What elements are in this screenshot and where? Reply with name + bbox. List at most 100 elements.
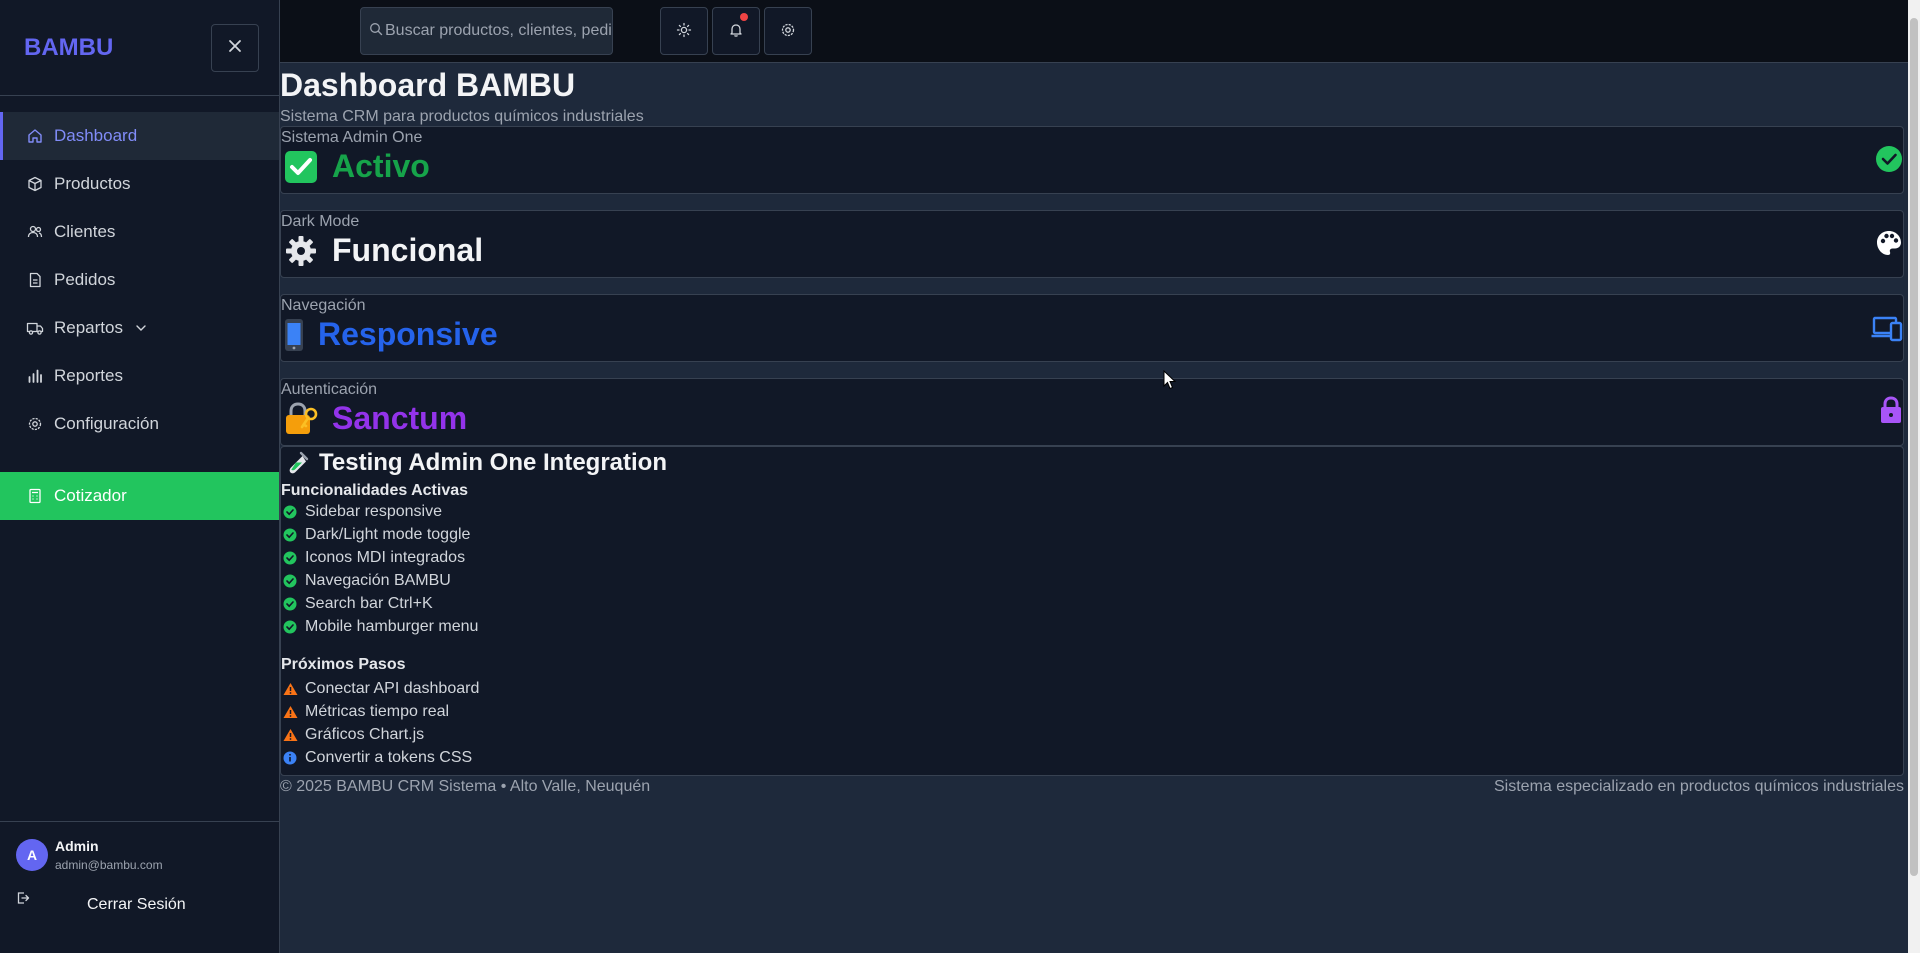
status-card-admin-one: Sistema Admin One Activo bbox=[280, 126, 1904, 194]
page-subtitle: Sistema CRM para productos químicos indu… bbox=[280, 108, 644, 125]
search-input[interactable] bbox=[385, 22, 612, 40]
brand-logo[interactable]: BAMBU bbox=[24, 34, 113, 62]
warning-icon bbox=[281, 705, 299, 719]
list-item: Search bar Ctrl+K bbox=[281, 592, 1903, 615]
sidebar-item-label: Repartos bbox=[54, 318, 123, 337]
sidebar-item-label: Pedidos bbox=[54, 270, 116, 289]
test-tube-icon bbox=[281, 451, 313, 475]
card-value-text: Sanctum bbox=[332, 400, 468, 436]
logout-label: Cerrar Sesión bbox=[87, 896, 186, 913]
sidebar-item-cotizador[interactable]: Cotizador bbox=[0, 472, 279, 520]
topbar bbox=[280, 0, 1908, 63]
sidebar-item-label: Productos bbox=[54, 174, 131, 193]
list-item-text: Dark/Light mode toggle bbox=[305, 525, 471, 543]
list-item-text: Convertir a tokens CSS bbox=[305, 748, 473, 766]
check-circle-icon bbox=[281, 574, 299, 588]
avatar: A bbox=[16, 839, 48, 871]
active-features-title: Funcionalidades Activas bbox=[281, 482, 469, 499]
search-bar[interactable] bbox=[360, 7, 613, 55]
sun-icon bbox=[676, 22, 692, 41]
gear-emoji-icon bbox=[281, 233, 321, 269]
sidebar-item-clientes[interactable]: Clientes bbox=[0, 208, 279, 256]
notification-badge bbox=[740, 13, 748, 21]
logout-icon bbox=[16, 891, 30, 905]
testing-panel: Testing Admin One Integration Funcionali… bbox=[280, 446, 1904, 776]
list-item-text: Sidebar responsive bbox=[305, 502, 442, 520]
calculator-icon bbox=[26, 487, 44, 505]
card-label: Dark Mode bbox=[281, 213, 360, 230]
gear-icon bbox=[780, 22, 796, 41]
sidebar-item-productos[interactable]: Productos bbox=[0, 160, 279, 208]
scrollbar-thumb[interactable] bbox=[1910, 18, 1918, 876]
mobile-phone-icon bbox=[281, 317, 307, 353]
sidebar-item-configuracion[interactable]: Configuración bbox=[0, 400, 279, 448]
package-icon bbox=[26, 175, 44, 193]
sidebar: BAMBU Dashboard Productos Clientes Pedid… bbox=[0, 0, 280, 953]
card-value-text: Funcional bbox=[332, 232, 484, 268]
list-item-text: Métricas tiempo real bbox=[305, 702, 450, 720]
next-steps-title: Próximos Pasos bbox=[281, 656, 406, 673]
main-content: Dashboard BAMBU Sistema CRM para product… bbox=[280, 63, 1904, 953]
status-card-autenticacion: Autenticación Sanctum bbox=[280, 378, 1904, 446]
home-icon bbox=[26, 127, 44, 145]
sidebar-item-label: Configuración bbox=[54, 414, 159, 433]
list-item: Métricas tiempo real bbox=[281, 700, 1903, 723]
list-item: Gráficos Chart.js bbox=[281, 723, 1903, 746]
warning-icon bbox=[281, 682, 299, 696]
card-value: Activo bbox=[281, 148, 1903, 185]
footer-copyright: © 2025 BAMBU CRM Sistema • Alto Valle, N… bbox=[280, 778, 651, 795]
bell-icon bbox=[728, 22, 744, 41]
palette-icon bbox=[1875, 229, 1903, 257]
logout-button[interactable]: Cerrar Sesión bbox=[16, 886, 263, 913]
sidebar-item-label: Reportes bbox=[54, 366, 123, 385]
locked-with-key-icon bbox=[281, 401, 321, 437]
search-icon bbox=[369, 22, 383, 41]
card-label: Navegación bbox=[281, 297, 366, 314]
list-item: Navegación BAMBU bbox=[281, 569, 1903, 592]
check-mark-icon bbox=[281, 149, 321, 185]
list-item-text: Iconos MDI integrados bbox=[305, 548, 466, 566]
page-footer: © 2025 BAMBU CRM Sistema • Alto Valle, N… bbox=[280, 778, 1904, 796]
list-item-text: Gráficos Chart.js bbox=[305, 725, 425, 743]
status-cards: Sistema Admin One Activo Dark Mode Funci… bbox=[280, 126, 1904, 446]
user-profile[interactable]: A Admin admin@bambu.com bbox=[16, 838, 263, 872]
check-circle-icon bbox=[1875, 145, 1903, 173]
list-item: Iconos MDI integrados bbox=[281, 546, 1903, 569]
list-item: Convertir a tokens CSS bbox=[281, 746, 1903, 769]
list-item: Mobile hamburger menu bbox=[281, 615, 1903, 638]
settings-button[interactable] bbox=[764, 7, 812, 55]
check-circle-icon bbox=[281, 528, 299, 542]
sidebar-item-label: Dashboard bbox=[54, 126, 138, 145]
card-value-text: Responsive bbox=[318, 316, 498, 352]
status-card-navegacion: Navegación Responsive bbox=[280, 294, 1904, 362]
sidebar-item-label: Cotizador bbox=[54, 486, 127, 505]
sidebar-nav: Dashboard Productos Clientes Pedidos Rep… bbox=[0, 112, 279, 520]
sidebar-item-pedidos[interactable]: Pedidos bbox=[0, 256, 279, 304]
user-email: admin@bambu.com bbox=[55, 858, 163, 872]
list-item: Sidebar responsive bbox=[281, 500, 1903, 523]
card-value: Responsive bbox=[281, 316, 1903, 353]
list-item-text: Conectar API dashboard bbox=[305, 679, 480, 697]
bar-chart-icon bbox=[26, 367, 44, 385]
chevron-down-icon bbox=[135, 322, 147, 334]
sidebar-item-label: Clientes bbox=[54, 222, 116, 241]
status-card-dark-mode: Dark Mode Funcional bbox=[280, 210, 1904, 278]
user-name: Admin bbox=[55, 838, 99, 854]
sidebar-item-dashboard[interactable]: Dashboard bbox=[0, 112, 279, 160]
devices-icon bbox=[1871, 315, 1903, 343]
card-label: Autenticación bbox=[281, 381, 378, 398]
list-item: Dark/Light mode toggle bbox=[281, 523, 1903, 546]
page-scrollbar[interactable] bbox=[1908, 0, 1920, 953]
document-icon bbox=[26, 271, 44, 289]
notifications-button[interactable] bbox=[712, 7, 760, 55]
testing-title-text: Testing Admin One Integration bbox=[319, 449, 667, 476]
card-value: Sanctum bbox=[281, 400, 1903, 437]
card-value: Funcional bbox=[281, 232, 1903, 269]
sidebar-item-repartos[interactable]: Repartos bbox=[0, 304, 279, 352]
sidebar-item-reportes[interactable]: Reportes bbox=[0, 352, 279, 400]
truck-icon bbox=[26, 319, 44, 337]
theme-toggle-button[interactable] bbox=[660, 7, 708, 55]
list-item-text: Mobile hamburger menu bbox=[305, 617, 479, 635]
close-sidebar-button[interactable] bbox=[211, 23, 259, 72]
sidebar-header: BAMBU bbox=[0, 0, 279, 96]
